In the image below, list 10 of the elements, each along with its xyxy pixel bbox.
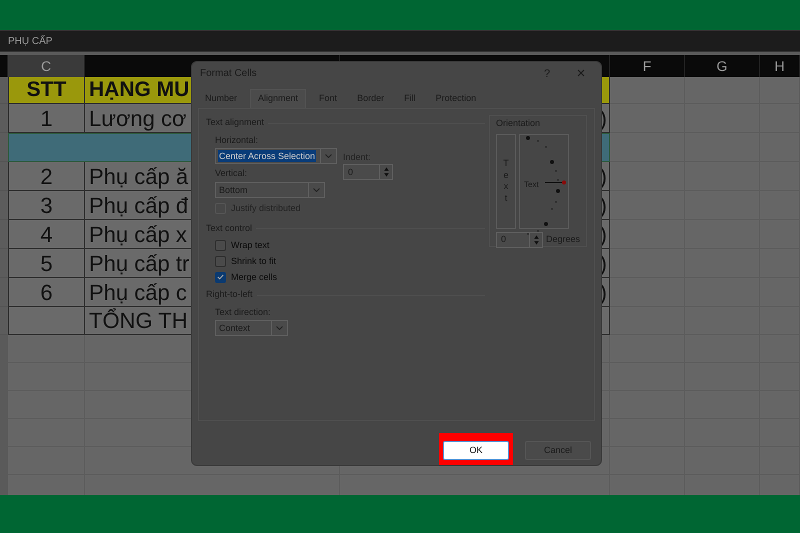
- checkbox-label: Shrink to fit: [231, 254, 276, 268]
- table-cell: 5: [8, 249, 85, 278]
- table-cell: 3: [8, 191, 85, 220]
- checkbox-label: Wrap text: [231, 238, 270, 252]
- table-cell: STT: [8, 77, 85, 104]
- table-cell: 6: [8, 278, 85, 307]
- table-cell: 2: [8, 162, 85, 191]
- table-cell: 4: [8, 220, 85, 249]
- table-cell: 1: [8, 104, 85, 133]
- sheet-title: PHỤ CẤP: [8, 34, 52, 48]
